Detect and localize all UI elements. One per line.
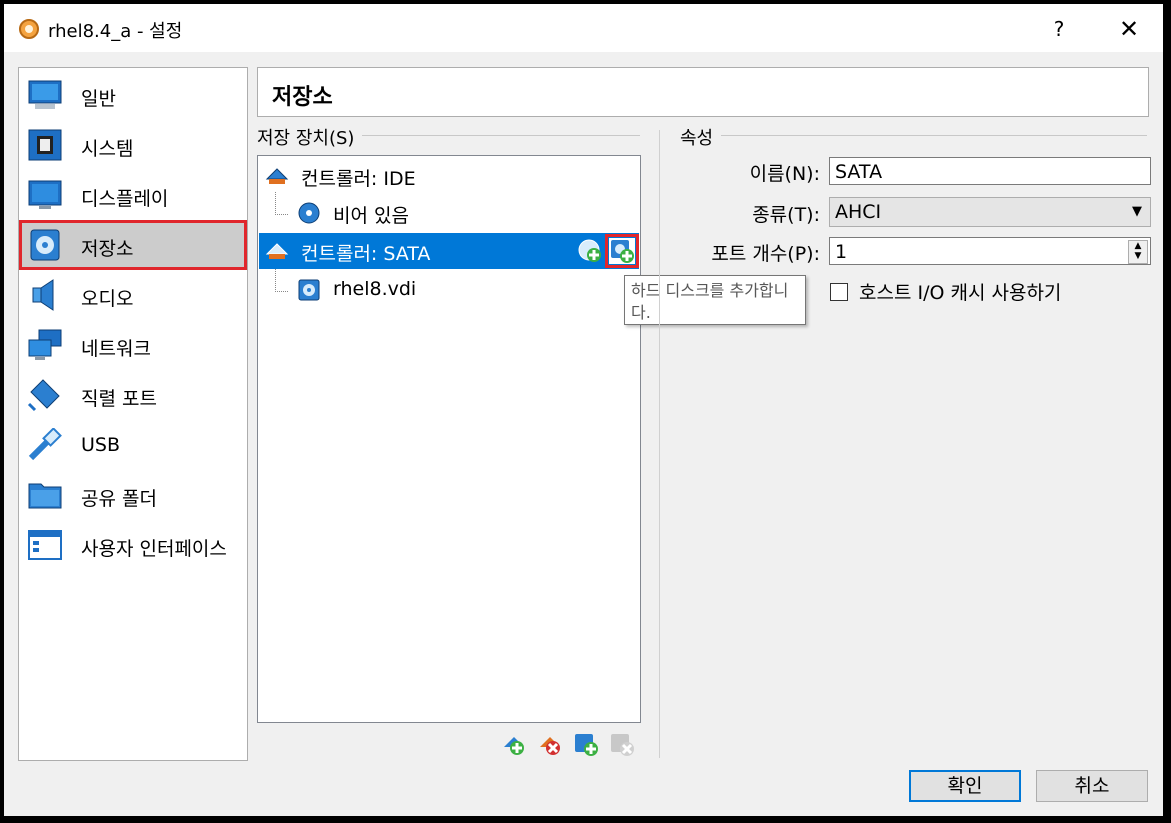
serial-port-icon <box>27 379 60 412</box>
sidebar-item-general[interactable]: 일반 <box>21 72 245 118</box>
add-controller-icon[interactable] <box>501 731 527 757</box>
shared-folder-icon <box>28 483 62 509</box>
add-optical-drive-icon[interactable] <box>577 238 603 264</box>
add-attachment-icon[interactable] <box>573 731 599 757</box>
tree-item-label: 비어 있음 <box>333 205 409 227</box>
sidebar-item-label: 직렬 포트 <box>81 388 157 410</box>
sidebar-item-label: 공유 폴더 <box>81 488 157 510</box>
sidebar-item-label: 시스템 <box>81 138 134 160</box>
storage-tree[interactable]: 컨트롤러: IDE 비어 있음 컨트롤러: SATA rhel8.vdi <box>257 155 641 723</box>
system-chip-icon <box>28 129 62 161</box>
remove-controller-icon[interactable] <box>537 731 563 757</box>
chevron-down-icon: ▼ <box>1132 204 1142 219</box>
tree-item-label: rhel8.vdi <box>333 278 417 300</box>
optical-disc-icon <box>298 202 320 224</box>
name-field[interactable]: SATA <box>829 157 1151 185</box>
sidebar-item-label: 사용자 인터페이스 <box>81 538 227 560</box>
sidebar-item-storage[interactable]: 저장소 <box>19 220 247 270</box>
general-icon <box>28 80 62 109</box>
name-label: 이름(N): <box>749 163 820 185</box>
tree-item-ide-controller[interactable]: 컨트롤러: IDE <box>259 158 639 194</box>
sidebar-item-display[interactable]: 디스플레이 <box>21 172 245 218</box>
page-title: 저장소 <box>272 85 333 110</box>
sidebar-item-label: 디스플레이 <box>81 188 169 210</box>
sidebar-item-label: 오디오 <box>81 288 134 310</box>
title-bar: rhel8.4_a - 설정 ? ✕ <box>4 4 1163 52</box>
ide-controller-icon <box>265 168 289 184</box>
close-button[interactable]: ✕ <box>1114 14 1144 44</box>
type-select-value: AHCI <box>835 201 882 223</box>
port-count-stepper[interactable]: 1 ▲ ▼ <box>829 237 1151 265</box>
add-hard-disk-icon[interactable] <box>605 234 639 268</box>
add-hard-disk-tooltip: 하드 디스크를 추가합니다. <box>624 275 806 325</box>
tree-item-empty-optical[interactable]: 비어 있음 <box>259 195 639 231</box>
attributes-group-label: 속성 <box>680 124 722 150</box>
sidebar-item-network[interactable]: 네트워크 <box>21 322 245 368</box>
virtualbox-gear-icon <box>19 19 39 39</box>
sidebar-item-shared-folders[interactable]: 공유 폴더 <box>21 472 245 518</box>
sidebar-item-label: 저장소 <box>81 238 134 260</box>
attributes-group-divider <box>680 135 1147 136</box>
display-monitor-icon <box>28 180 62 209</box>
cancel-button[interactable]: 취소 <box>1036 770 1148 802</box>
hard-disk-icon <box>298 279 320 301</box>
host-io-cache-checkbox[interactable] <box>830 283 848 301</box>
storage-group-label: 저장 장치(S) <box>257 124 363 150</box>
port-count-label: 포트 개수(P): <box>711 243 820 265</box>
sidebar-item-label: 네트워크 <box>81 338 151 360</box>
panel-divider <box>659 130 660 758</box>
sata-controller-icon <box>265 243 289 259</box>
page-header: 저장소 <box>257 67 1149 117</box>
spin-arrows-icon[interactable]: ▲ ▼ <box>1128 240 1148 264</box>
window-title: rhel8.4_a - 설정 <box>48 21 183 42</box>
remove-attachment-icon[interactable] <box>609 731 635 757</box>
sidebar-item-serial-port[interactable]: 직렬 포트 <box>21 372 245 418</box>
sidebar-item-system[interactable]: 시스템 <box>21 122 245 168</box>
usb-icon <box>28 428 62 461</box>
host-io-cache-label[interactable]: 호스트 I/O 캐시 사용하기 <box>859 278 1061 305</box>
network-icon <box>28 329 62 360</box>
ok-button[interactable]: 확인 <box>909 770 1021 802</box>
sidebar-item-audio[interactable]: 오디오 <box>21 272 245 318</box>
tree-item-label: 컨트롤러: SATA <box>301 243 431 265</box>
port-count-value: 1 <box>835 241 848 263</box>
type-select[interactable]: AHCI ▼ <box>829 197 1151 227</box>
tree-item-sata-controller[interactable]: 컨트롤러: SATA <box>259 233 639 269</box>
settings-sidebar: 일반 시스템 디스플레이 저장소 오디오 네트워크 직렬 포트 USB 공유 폴… <box>18 67 248 761</box>
sidebar-item-label: 일반 <box>81 88 116 110</box>
tree-item-rhel-vdi[interactable]: rhel8.vdi <box>259 272 639 308</box>
sidebar-item-user-interface[interactable]: 사용자 인터페이스 <box>21 522 245 568</box>
type-label: 종류(T): <box>752 204 820 226</box>
audio-speaker-icon <box>32 279 54 311</box>
storage-disk-icon <box>30 229 60 261</box>
sidebar-item-label: USB <box>81 434 121 456</box>
user-interface-icon <box>28 530 62 560</box>
tree-item-label: 컨트롤러: IDE <box>301 168 416 190</box>
settings-window: rhel8.4_a - 설정 ? ✕ 일반 시스템 디스플레이 저장소 오디오 … <box>4 4 1163 816</box>
sidebar-item-usb[interactable]: USB <box>21 422 245 468</box>
help-button[interactable]: ? <box>1044 14 1074 44</box>
